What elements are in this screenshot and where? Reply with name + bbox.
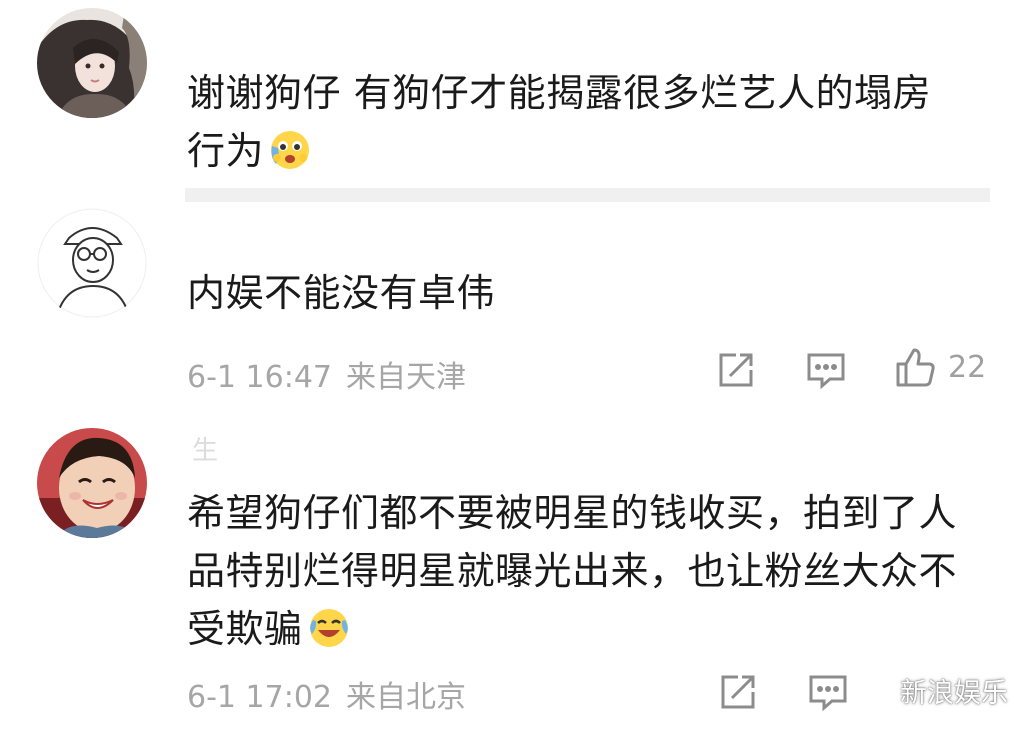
like-count: 22 — [948, 350, 987, 385]
username[interactable]: 生 — [192, 430, 218, 467]
timestamp: 6-1 16:47 — [187, 360, 332, 395]
like-icon[interactable] — [894, 346, 935, 387]
location: 来自天津 — [346, 360, 466, 395]
share-icon[interactable] — [716, 350, 756, 390]
comment-icon[interactable] — [806, 350, 846, 390]
avatar[interactable] — [37, 8, 147, 118]
timestamp: 6-1 17:02 — [187, 680, 332, 715]
comment-text-line: 希望狗仔们都不要被明星的钱收买，拍到了人 — [187, 491, 958, 535]
comment-meta: 6-1 16:47 来自天津 — [187, 352, 466, 396]
location: 来自北京 — [346, 680, 466, 715]
avatar[interactable] — [37, 428, 147, 538]
comment-text-line: 品特别烂得明星就曝光出来，也让粉丝大众不 — [187, 549, 958, 593]
laughing-tears-emoji-icon — [307, 606, 351, 650]
comment-text-line: 谢谢狗仔 有狗仔才能揭露很多烂艺人的塌房 — [187, 71, 932, 115]
comment-text: 谢谢狗仔 有狗仔才能揭露很多烂艺人的塌房 行为 — [187, 64, 992, 180]
comment-text: 内娱不能没有卓伟 — [187, 271, 496, 315]
comment-feed: 谢谢狗仔 有狗仔才能揭露很多烂艺人的塌房 行为 内娱不能没有卓伟 6-1 16:… — [0, 0, 1024, 732]
watermark-text: 新浪娱乐 — [900, 677, 1008, 709]
comment-meta: 6-1 17:02 来自北京 — [187, 672, 466, 716]
comment-text-line: 受欺骗 — [187, 607, 303, 651]
comment-text-line: 行为 — [187, 129, 265, 173]
comment-icon[interactable] — [808, 672, 848, 712]
share-icon[interactable] — [718, 672, 758, 712]
comment-text: 希望狗仔们都不要被明星的钱收买，拍到了人 品特别烂得明星就曝光出来，也让粉丝大众… — [187, 484, 992, 658]
divider — [185, 188, 990, 202]
avatar[interactable] — [37, 208, 147, 318]
crying-laughing-face-emoji-icon — [268, 128, 312, 172]
watermark: 新浪娱乐 — [856, 668, 1008, 712]
wechat-icon — [856, 675, 896, 703]
